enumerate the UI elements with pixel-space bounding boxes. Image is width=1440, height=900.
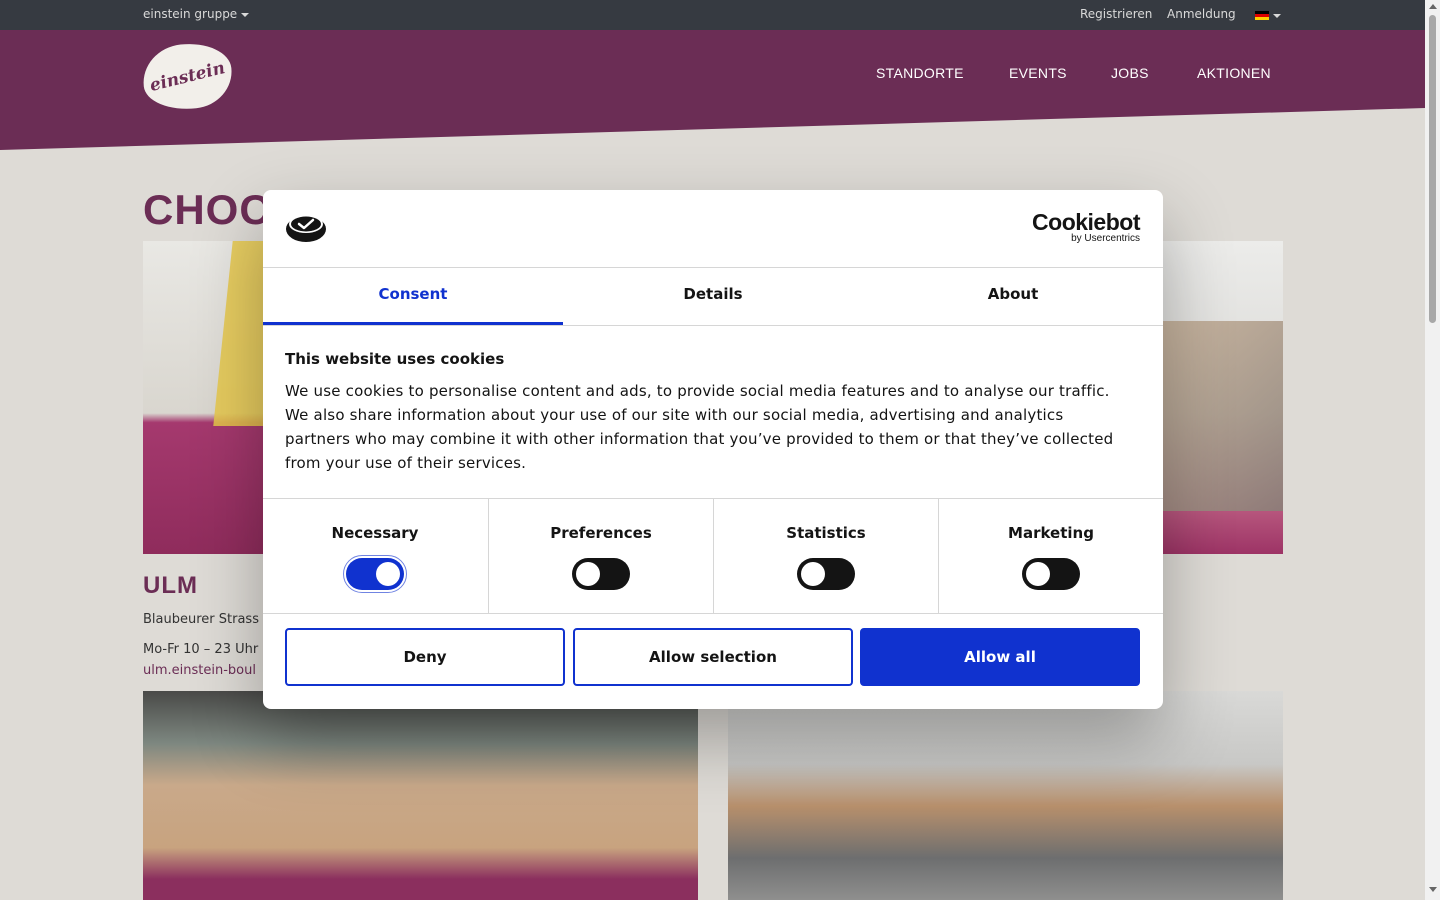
german-flag-icon	[1255, 11, 1269, 20]
statistics-toggle[interactable]	[797, 558, 855, 590]
language-dropdown[interactable]	[1255, 8, 1281, 22]
deny-button[interactable]: Deny	[285, 628, 565, 686]
caret-down-icon	[241, 12, 250, 17]
location-hours: Mo-Fr 10 – 23 Uhr	[143, 642, 259, 657]
nav-aktionen[interactable]: AKTIONEN	[1197, 65, 1271, 81]
scrollbar[interactable]	[1425, 0, 1440, 900]
category-label: Necessary	[331, 524, 419, 542]
allow-all-button[interactable]: Allow all	[860, 628, 1140, 686]
location-address: Blaubeurer Strass	[143, 612, 259, 627]
category-necessary: Necessary	[263, 499, 487, 613]
group-dropdown[interactable]: einstein gruppe	[143, 7, 250, 21]
dialog-header: Cookiebot by Usercentrics	[263, 190, 1163, 268]
group-label: einstein gruppe	[143, 7, 238, 21]
cookiebot-brand[interactable]: Cookiebot by Usercentrics	[1032, 210, 1140, 244]
category-label: Statistics	[786, 524, 866, 542]
caret-down-icon	[1273, 13, 1281, 18]
register-link[interactable]: Registrieren	[1080, 7, 1152, 21]
category-marketing: Marketing	[938, 499, 1163, 613]
tab-details[interactable]: Details	[563, 268, 863, 325]
category-label: Marketing	[1008, 524, 1094, 542]
nav-standorte[interactable]: STANDORTE	[876, 65, 964, 81]
marketing-toggle[interactable]	[1022, 558, 1080, 590]
tab-about[interactable]: About	[863, 268, 1163, 325]
category-statistics: Statistics	[713, 499, 938, 613]
allow-selection-button[interactable]: Allow selection	[573, 628, 853, 686]
cookie-consent-dialog: Cookiebot by Usercentrics Consent Detail…	[263, 190, 1163, 709]
brand-subtitle: by Usercentrics	[1071, 233, 1140, 244]
toggle-knob	[1026, 562, 1050, 586]
cookie-categories: Necessary Preferences Statistics Marketi…	[263, 498, 1163, 614]
toggle-knob	[576, 562, 600, 586]
toggle-knob	[801, 562, 825, 586]
location-photo[interactable]	[143, 691, 698, 900]
page-title: CHOC	[143, 186, 271, 233]
preferences-toggle[interactable]	[572, 558, 630, 590]
category-preferences: Preferences	[488, 499, 713, 613]
category-label: Preferences	[550, 524, 652, 542]
dialog-tabs: Consent Details About	[263, 268, 1163, 326]
location-link[interactable]: ulm.einstein-boul	[143, 663, 256, 678]
scroll-down-arrow-icon[interactable]	[1429, 887, 1437, 892]
dialog-title: This website uses cookies	[285, 350, 505, 368]
toggle-knob	[376, 562, 400, 586]
logo-text: einstein	[147, 57, 228, 96]
dialog-body-text: We use cookies to personalise content an…	[285, 382, 1114, 472]
necessary-toggle[interactable]	[343, 555, 407, 593]
top-bar: einstein gruppe Registrieren Anmeldung	[0, 0, 1425, 30]
nav-events[interactable]: EVENTS	[1009, 65, 1067, 81]
location-city[interactable]: ULM	[143, 572, 198, 600]
scrollbar-thumb[interactable]	[1429, 15, 1436, 323]
location-photo[interactable]	[728, 691, 1283, 900]
brand-name: Cookiebot	[1032, 209, 1140, 235]
nav-jobs[interactable]: JOBS	[1111, 65, 1149, 81]
cookiebot-logo-icon	[286, 215, 326, 242]
scroll-up-arrow-icon[interactable]	[1429, 4, 1437, 9]
tab-consent[interactable]: Consent	[263, 268, 563, 325]
login-link[interactable]: Anmeldung	[1167, 7, 1236, 21]
